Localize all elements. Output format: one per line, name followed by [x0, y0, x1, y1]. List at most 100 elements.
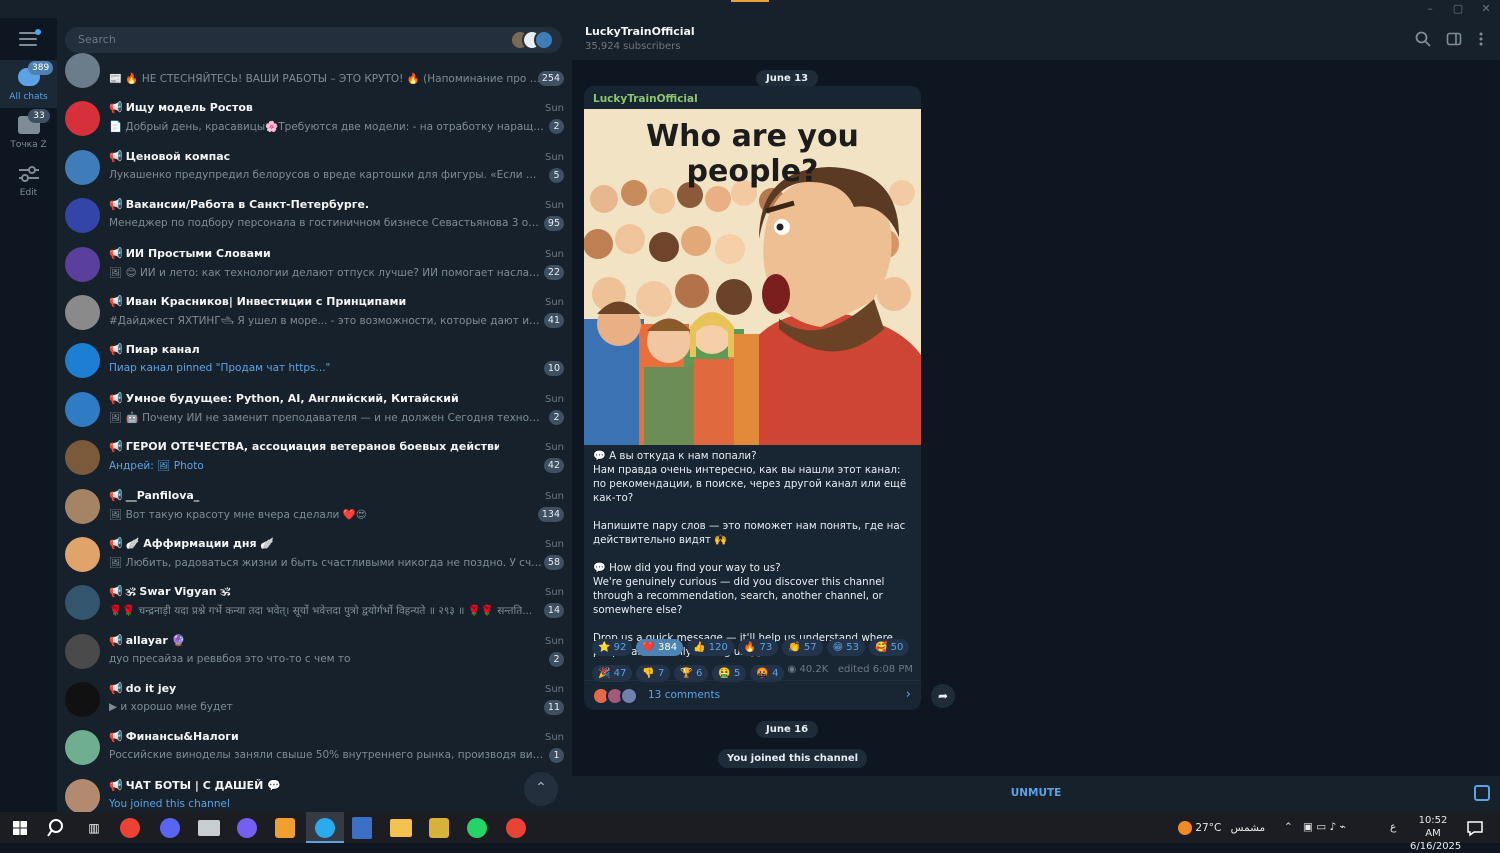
- chat-list-item[interactable]: 📢 Умное будущее: Python, AI, Английский, …: [57, 385, 572, 433]
- unmute-button[interactable]: UNMUTE: [572, 787, 1500, 799]
- post-image[interactable]: Who are you people?: [584, 109, 921, 445]
- megaphone-icon: 📢: [109, 536, 123, 550]
- post-author[interactable]: LuckyTrainOfficial: [593, 93, 698, 105]
- unread-badge: 254: [537, 71, 564, 86]
- reaction-chip[interactable]: 😁 53: [826, 639, 865, 656]
- chat-name: ЧАТ БОТЫ | С ДАШЕЙ 💬: [125, 778, 281, 792]
- system-clock[interactable]: 10:52 AM 6/16/2025: [1410, 814, 1461, 853]
- share-icon[interactable]: ➦: [931, 684, 955, 708]
- channel-post[interactable]: LuckyTrainOfficial Who are you people? 💬…: [584, 86, 921, 710]
- calculator-app-icon[interactable]: [352, 817, 372, 839]
- reaction-chip[interactable]: 👍 120: [687, 639, 734, 656]
- chat-list-item[interactable]: 📢 🪽 Аффирмации дня 🪽 Sun 🖼 Любить, радовать…: [57, 530, 572, 578]
- chevron-right-icon: ›: [905, 687, 911, 702]
- unread-badge: 95: [543, 216, 564, 232]
- comments-button[interactable]: 13 comments ›: [584, 680, 921, 710]
- megaphone-icon: 📢: [109, 391, 123, 405]
- reaction-chip[interactable]: 👏 57: [782, 639, 823, 656]
- notes-app-icon[interactable]: [429, 818, 449, 838]
- unread-badge: 2: [549, 409, 564, 425]
- store-app-icon[interactable]: [275, 818, 295, 838]
- chat-list-item[interactable]: 📢 Вакансии/Работа в Санкт-Петербурге. Sun М…: [57, 191, 572, 239]
- close-button[interactable]: ✕: [1472, 1, 1500, 17]
- chat-list-item[interactable]: 📢 ЧАТ БОТЫ | С ДАШЕЙ 💬 You joined this cha…: [57, 772, 572, 812]
- sun-icon: [1178, 821, 1192, 835]
- post-paragraph: 💬 How did you find your way to us? We're…: [593, 562, 885, 616]
- channel-title: LuckyTrainOfficial: [585, 25, 695, 38]
- maximize-button[interactable]: ▢: [1444, 1, 1472, 17]
- chat-name-wrap: 📢 ГЕРОИ ОТЕЧЕСТВА, ассоциация ветеранов б…: [109, 440, 499, 453]
- reaction-count: 92: [613, 642, 627, 653]
- windows-start-icon[interactable]: [8, 816, 32, 840]
- unread-badge: 2: [549, 651, 564, 667]
- sliders-icon: [19, 166, 39, 182]
- chat-time: Sun: [544, 490, 564, 502]
- tray-icons[interactable]: ▣ ▭ ♪ ⌁: [1303, 821, 1346, 833]
- whatsapp-app-icon[interactable]: [467, 818, 487, 838]
- reaction-chip[interactable]: 🔥 73: [737, 639, 779, 656]
- reaction-emoji: 😁: [832, 642, 844, 653]
- more-menu-icon[interactable]: [1473, 31, 1489, 47]
- chat-name: ИИ Простыми Словами: [125, 246, 271, 260]
- task-view-icon[interactable]: ▥: [82, 816, 106, 840]
- chat-preview: дуо пресайза и реввбоя это что-то с чем …: [109, 652, 351, 665]
- chrome-profile-icon[interactable]: [506, 818, 526, 838]
- viber-app-icon[interactable]: [237, 818, 257, 838]
- window-titlebar: – ▢ ✕: [0, 0, 1500, 18]
- reaction-chip[interactable]: 🥰 50: [868, 639, 910, 656]
- folder-label: All chats: [9, 92, 48, 102]
- avatar: [65, 633, 100, 669]
- chat-list-item[interactable]: 📢 Пиар канал Пиар канал pinned "Продам чат…: [57, 336, 572, 384]
- minimize-button[interactable]: –: [1416, 1, 1444, 17]
- chrome-app-icon[interactable]: [120, 818, 140, 838]
- chat-list-item[interactable]: 📢 ГЕРОИ ОТЕЧЕСТВА, ассоциация ветеранов б…: [57, 433, 572, 481]
- folder-tochka-z[interactable]: 33 Точка Z: [0, 108, 57, 156]
- chat-header[interactable]: LuckyTrainOfficial 35,924 subscribers: [572, 18, 1500, 60]
- chat-time: Sun: [544, 538, 564, 550]
- unread-badge: 22: [543, 264, 564, 280]
- chat-list-item[interactable]: 📢 allayar 🔮 Sun дуо пресайза и реввбоя это …: [57, 627, 572, 675]
- chat-time: Sun: [544, 587, 564, 599]
- scroll-to-top-button[interactable]: ⌃: [524, 772, 558, 806]
- chat-list-item[interactable]: 📢 do it jey Sun ▶ и хорошо мне будет 11: [57, 675, 572, 723]
- commenter-avatars: [592, 687, 642, 705]
- menu-icon[interactable]: [19, 29, 41, 46]
- avatar: [65, 53, 100, 88]
- search-icon[interactable]: [1415, 31, 1431, 47]
- sidebar-toggle-icon[interactable]: [1446, 31, 1462, 47]
- file-explorer-icon[interactable]: [390, 819, 412, 837]
- reaction-chip[interactable]: ⭐ 92: [592, 639, 633, 656]
- reaction-chip[interactable]: ❤️ 384: [636, 639, 684, 656]
- unread-badge: 42: [543, 458, 564, 474]
- notification-icon[interactable]: [1463, 816, 1487, 840]
- tray-chevron-icon[interactable]: ⌃: [1284, 821, 1293, 833]
- chat-list-item[interactable]: 📢📰 🔥 НЕ СТЕСНЯЙТЕСЬ! ВАШИ РАБОТЫ – ЭТО К…: [57, 46, 572, 94]
- input-language[interactable]: ع: [1390, 821, 1396, 833]
- chat-name-wrap: 📢 Финансы&Налоги: [109, 730, 499, 743]
- folder-edit[interactable]: Edit: [0, 156, 57, 204]
- chat-list-item[interactable]: 📢 Иван Красников| Инвестиции с Принципами…: [57, 288, 572, 336]
- search-icon[interactable]: [45, 816, 69, 840]
- chat-time: Sun: [544, 103, 564, 115]
- avatar: [65, 294, 100, 330]
- commenter-avatar: [620, 687, 638, 705]
- reaction-emoji: 👏: [788, 642, 801, 653]
- chat-list-item[interactable]: 📢 🕉 Swar Vigyan 🕉 Sun 🌹🌹 चन्द्रनाड़ी यदा प्…: [57, 578, 572, 626]
- gift-icon[interactable]: [1474, 785, 1490, 801]
- chat-list-item[interactable]: 📢 Ищу модель Ростов Sun 📄 Добрый день, крас…: [57, 94, 572, 142]
- reaction-count: 120: [708, 642, 728, 653]
- chat-list-item[interactable]: 📢 Финансы&Налоги Sun Российские виноделы за…: [57, 723, 572, 771]
- chat-list-item[interactable]: 📢 __Panfilova_ Sun 🖼 Вот такую красоту мне …: [57, 482, 572, 530]
- search-placeholder: Search: [78, 33, 116, 46]
- avatar: [65, 488, 100, 524]
- folder-all-chats[interactable]: 389 All chats: [0, 60, 57, 108]
- avatar: [65, 778, 100, 812]
- mail-app-icon[interactable]: [198, 820, 220, 836]
- discord-app-icon[interactable]: [160, 818, 180, 838]
- chat-list-item[interactable]: 📢 ИИ Простыми Словами Sun 🖼 😊 ИИ и лето: ка…: [57, 240, 572, 288]
- chat-list-item[interactable]: 📢 Ценовой компас Sun Лукашенко предупредил …: [57, 143, 572, 191]
- weather-widget[interactable]: 27°C مشمس: [1178, 821, 1265, 835]
- weather-desc: مشمس: [1230, 822, 1266, 834]
- telegram-app-icon[interactable]: [306, 812, 344, 843]
- chat-preview: Менеджер по подбору персонала в гостинич…: [109, 217, 544, 230]
